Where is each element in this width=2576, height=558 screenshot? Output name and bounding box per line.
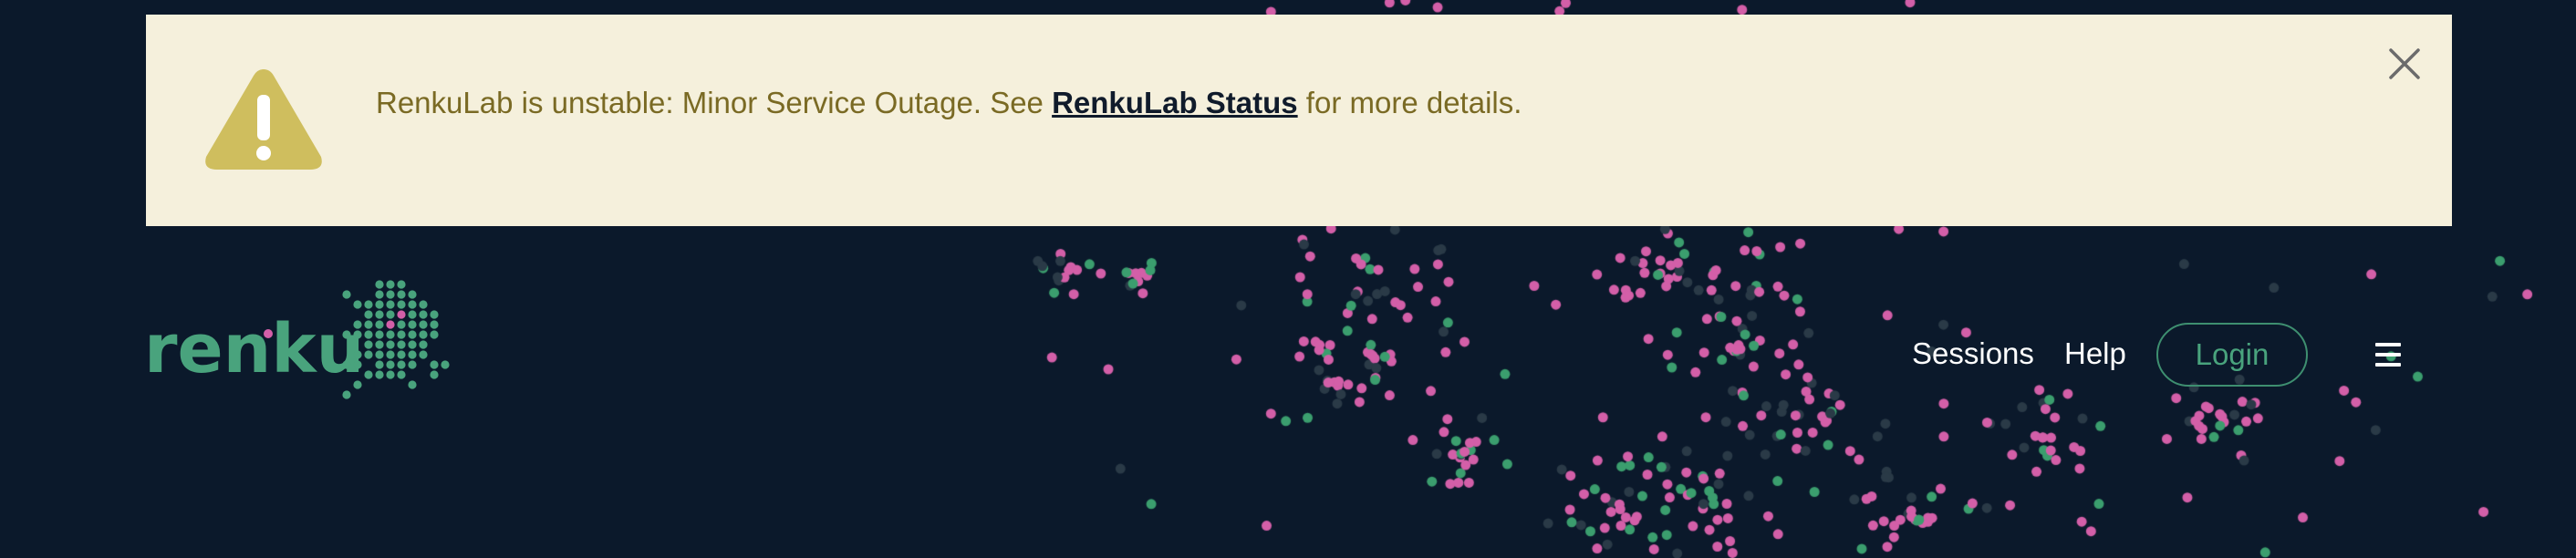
- login-button[interactable]: Login: [2156, 323, 2308, 387]
- alert-message: RenkuLab is unstable: Minor Service Outa…: [376, 86, 1522, 120]
- alert-message-suffix: for more details.: [1297, 86, 1522, 119]
- close-icon[interactable]: [2388, 47, 2421, 80]
- nav-link-help[interactable]: Help: [2064, 336, 2126, 371]
- hamburger-menu-icon[interactable]: [2375, 343, 2401, 367]
- alert-message-prefix: RenkuLab is unstable: Minor Service Outa…: [376, 86, 1053, 119]
- renku-logo[interactable]: renku: [144, 277, 458, 403]
- warning-triangle-icon: [205, 69, 322, 170]
- brand-wordmark: renku: [144, 310, 364, 388]
- nav-link-sessions[interactable]: Sessions: [1912, 336, 2034, 371]
- renkulab-status-link[interactable]: RenkuLab Status: [1052, 86, 1298, 119]
- service-status-alert: RenkuLab is unstable: Minor Service Outa…: [146, 15, 2452, 226]
